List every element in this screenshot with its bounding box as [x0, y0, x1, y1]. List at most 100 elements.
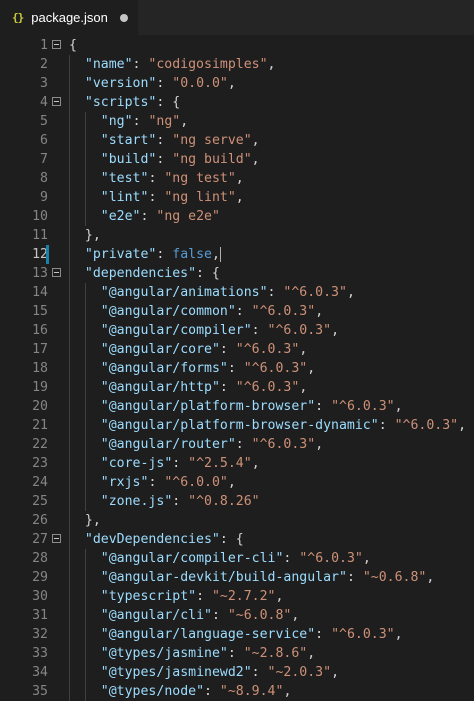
line-number: 12 — [32, 247, 48, 262]
indent-guide — [69, 131, 70, 150]
line-number: 13 — [32, 266, 48, 281]
code-text: "@angular/platform-browser": "^6.0.3", — [100, 399, 403, 414]
tab-package-json[interactable]: {} package.json — [0, 0, 138, 35]
indent-guide — [84, 359, 86, 378]
line-number: 35 — [32, 684, 48, 699]
code-line[interactable]: 2 "name": "codigosimples", — [0, 55, 474, 74]
code-line[interactable]: 5 "ng": "ng", — [0, 112, 474, 131]
code-text: "@angular/forms": "^6.0.3", — [100, 361, 316, 376]
line-number: 26 — [32, 513, 48, 528]
code-text: }, — [84, 513, 101, 528]
indent-guide — [69, 55, 70, 74]
code-text: "@angular/compiler": "^6.0.3", — [100, 323, 340, 338]
code-text: "version": "0.0.0", — [84, 76, 236, 91]
code-text: "name": "codigosimples", — [84, 57, 276, 72]
indent-guide — [69, 283, 70, 302]
code-line[interactable]: 25 "zone.js": "^0.8.26" — [0, 492, 474, 511]
indent-guide — [69, 492, 70, 511]
line-number: 29 — [32, 570, 48, 585]
indent-guide — [84, 473, 86, 492]
code-line[interactable]: 30 "typescript": "~2.7.2", — [0, 587, 474, 606]
code-line[interactable]: 18 "@angular/forms": "^6.0.3", — [0, 359, 474, 378]
indent-guide — [69, 644, 70, 663]
code-text: "rxjs": "^6.0.0", — [100, 475, 236, 490]
code-line[interactable]: 8 "test": "ng test", — [0, 169, 474, 188]
fold-collapse-icon[interactable] — [52, 97, 61, 106]
code-line[interactable]: 15 "@angular/common": "^6.0.3", — [0, 302, 474, 321]
indent-guide — [69, 454, 70, 473]
code-line[interactable]: 13 "dependencies": { — [0, 264, 474, 283]
code-line[interactable]: 3 "version": "0.0.0", — [0, 74, 474, 93]
line-number: 7 — [40, 152, 48, 167]
code-line[interactable]: 19 "@angular/http": "^6.0.3", — [0, 378, 474, 397]
line-number: 27 — [32, 532, 48, 547]
line-number: 15 — [32, 304, 48, 319]
indent-guide — [84, 131, 86, 150]
fold-collapse-icon[interactable] — [52, 268, 61, 277]
code-editor[interactable]: 1{2 "name": "codigosimples", 3 "version": "… — [0, 35, 474, 701]
indent-guide — [69, 511, 70, 530]
code-line[interactable]: 7 "build": "ng build", — [0, 150, 474, 169]
code-line[interactable]: 27 "devDependencies": { — [0, 530, 474, 549]
code-line[interactable]: 26}, — [0, 511, 474, 530]
code-line[interactable]: 24 "rxjs": "^6.0.0", — [0, 473, 474, 492]
line-number: 19 — [32, 380, 48, 395]
code-line[interactable]: 22 "@angular/router": "^6.0.3", — [0, 435, 474, 454]
indent-guide — [69, 530, 70, 549]
code-line[interactable]: 9 "lint": "ng lint", — [0, 188, 474, 207]
indent-guide — [84, 625, 86, 644]
code-line[interactable]: 17 "@angular/core": "^6.0.3", — [0, 340, 474, 359]
line-number: 20 — [32, 399, 48, 414]
code-line[interactable]: 10 "e2e": "ng e2e" — [0, 207, 474, 226]
line-number: 22 — [32, 437, 48, 452]
code-line[interactable]: 11}, — [0, 226, 474, 245]
code-text: }, — [84, 228, 101, 243]
indent-guide — [69, 321, 70, 340]
indent-guide — [84, 378, 86, 397]
line-number: 21 — [32, 418, 48, 433]
code-text: "@angular/platform-browser-dynamic": "^6… — [100, 418, 467, 433]
line-number: 28 — [32, 551, 48, 566]
code-line[interactable]: 1{ — [0, 36, 474, 55]
line-number: 11 — [32, 228, 48, 243]
code-line[interactable]: 23 "core-js": "^2.5.4", — [0, 454, 474, 473]
code-line[interactable]: 28 "@angular/compiler-cli": "^6.0.3", — [0, 549, 474, 568]
indent-guide — [69, 264, 70, 283]
code-line[interactable]: 20 "@angular/platform-browser": "^6.0.3", — [0, 397, 474, 416]
indent-guide — [84, 492, 86, 511]
fold-collapse-icon[interactable] — [52, 534, 61, 543]
code-line[interactable]: 12 "private": false, — [0, 245, 474, 264]
code-text: "typescript": "~2.7.2", — [100, 589, 284, 604]
code-line[interactable]: 29 "@angular-devkit/build-angular": "~0.6… — [0, 568, 474, 587]
line-number: 9 — [40, 190, 48, 205]
code-line[interactable]: 31 "@angular/cli": "~6.0.8", — [0, 606, 474, 625]
code-line[interactable]: 14 "@angular/animations": "^6.0.3", — [0, 283, 474, 302]
fold-collapse-icon[interactable] — [52, 40, 61, 49]
line-number: 24 — [32, 475, 48, 490]
code-text: "@types/jasmine": "~2.8.6", — [100, 646, 316, 661]
line-number: 25 — [32, 494, 48, 509]
unsaved-dot-icon[interactable] — [119, 13, 128, 22]
line-number: 10 — [32, 209, 48, 224]
code-line[interactable]: 35 "@types/node": "~8.9.4", — [0, 682, 474, 701]
line-number: 1 — [40, 38, 48, 53]
code-line[interactable]: 21 "@angular/platform-browser-dynamic": "… — [0, 416, 474, 435]
line-number: 14 — [32, 285, 48, 300]
code-text: "@angular/language-service": "^6.0.3", — [100, 627, 403, 642]
code-text: "@angular/router": "^6.0.3", — [100, 437, 324, 452]
code-line[interactable]: 34 "@types/jasminewd2": "~2.0.3", — [0, 663, 474, 682]
indent-guide — [84, 606, 86, 625]
indent-guide — [69, 606, 70, 625]
indent-guide — [69, 93, 70, 112]
text-cursor — [219, 246, 221, 262]
code-line[interactable]: 4 "scripts": { — [0, 93, 474, 112]
indent-guide — [69, 473, 70, 492]
code-line[interactable]: 33 "@types/jasmine": "~2.8.6", — [0, 644, 474, 663]
code-text: "e2e": "ng e2e" — [100, 209, 220, 224]
code-line[interactable]: 6 "start": "ng serve", — [0, 131, 474, 150]
line-number: 16 — [32, 323, 48, 338]
code-line[interactable]: 32 "@angular/language-service": "^6.0.3", — [0, 625, 474, 644]
code-text: "zone.js": "^0.8.26" — [100, 494, 260, 509]
indent-guide — [69, 568, 70, 587]
code-line[interactable]: 16 "@angular/compiler": "^6.0.3", — [0, 321, 474, 340]
